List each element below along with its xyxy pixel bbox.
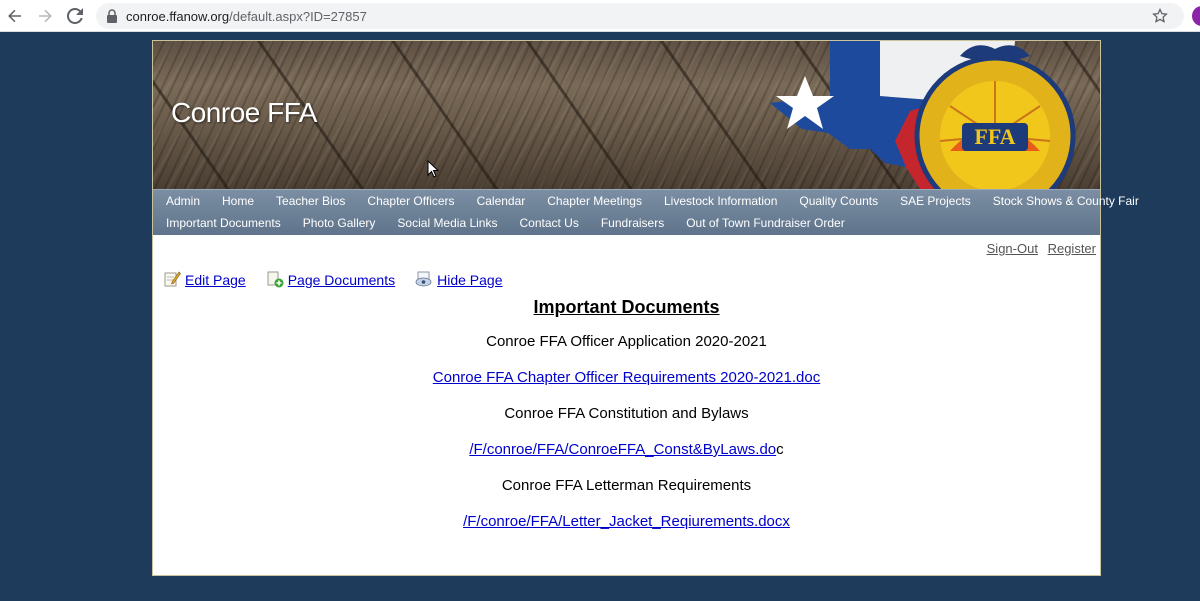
browser-toolbar: conroe.ffanow.org/default.aspx?ID=27857 (0, 0, 1200, 32)
nav-admin[interactable]: Admin (155, 194, 211, 208)
edit-page-link[interactable]: Edit Page (185, 272, 246, 288)
officer-requirements-row: Conroe FFA Chapter Officer Requirements … (153, 369, 1100, 391)
nav-row-2: Important Documents Photo Gallery Social… (153, 212, 1100, 234)
nav-out-of-town-fundraiser-order[interactable]: Out of Town Fundraiser Order (675, 216, 856, 230)
texas-ffa-emblem-image: FFA (770, 41, 1076, 189)
constitution-link-tail: c (776, 441, 784, 458)
hide-page-tool: Hide Page (415, 270, 503, 288)
register-link[interactable]: Register (1048, 241, 1096, 256)
nav-photo-gallery[interactable]: Photo Gallery (292, 216, 387, 230)
url-text: conroe.ffanow.org/default.aspx?ID=27857 (126, 8, 367, 24)
officer-application-text: Conroe FFA Officer Application 2020-2021 (486, 333, 767, 350)
reload-icon[interactable] (60, 0, 90, 32)
ffa-logo-lettering: FFA (974, 124, 1015, 149)
officer-requirements-link[interactable]: Conroe FFA Chapter Officer Requirements … (433, 369, 820, 386)
edit-page-icon (164, 271, 181, 287)
main-navigation: Admin Home Teacher Bios Chapter Officers… (153, 189, 1139, 235)
nav-contact-us[interactable]: Contact Us (508, 216, 589, 230)
mouse-cursor-icon (427, 160, 439, 178)
site-title: Conroe FFA (171, 97, 317, 128)
nav-sae-projects[interactable]: SAE Projects (889, 194, 982, 208)
page-content: Important Documents Conroe FFA Officer A… (153, 297, 1100, 535)
constitution-link[interactable]: /F/conroe/FFA/ConroeFFA_Const&ByLaws.do (469, 441, 776, 458)
nav-home[interactable]: Home (211, 194, 265, 208)
nav-teacher-bios[interactable]: Teacher Bios (265, 194, 356, 208)
page-documents-tool: Page Documents (266, 270, 395, 288)
back-icon[interactable] (0, 0, 30, 32)
constitution-row: /F/conroe/FFA/ConroeFFA_Const&ByLaws.doc (153, 441, 1100, 463)
profile-avatar[interactable] (1192, 6, 1200, 26)
account-links: Sign-Out Register (981, 241, 1096, 256)
hide-page-link[interactable]: Hide Page (437, 272, 502, 288)
nav-quality-counts[interactable]: Quality Counts (788, 194, 889, 208)
lock-icon (107, 9, 117, 23)
address-bar[interactable]: conroe.ffanow.org/default.aspx?ID=27857 (96, 3, 1184, 29)
letterman-row: /F/conroe/FFA/Letter_Jacket_Reqiurements… (153, 513, 1100, 535)
bookmark-star-icon[interactable] (1152, 8, 1168, 24)
sign-out-link[interactable]: Sign-Out (987, 241, 1038, 256)
page-documents-link[interactable]: Page Documents (288, 272, 395, 288)
nav-stock-shows[interactable]: Stock Shows & County Fair (982, 194, 1150, 208)
nav-chapter-officers[interactable]: Chapter Officers (356, 194, 465, 208)
letterman-text: Conroe FFA Letterman Requirements (501, 477, 752, 494)
site-banner: Conroe FFA FFA (153, 41, 1100, 189)
nav-fundraisers[interactable]: Fundraisers (590, 216, 675, 230)
add-document-icon (267, 271, 284, 288)
constitution-text: Conroe FFA Constitution and Bylaws (504, 405, 749, 422)
nav-chapter-meetings[interactable]: Chapter Meetings (536, 194, 653, 208)
nav-important-documents[interactable]: Important Documents (155, 216, 292, 230)
edit-page-tool: Edit Page (163, 270, 246, 288)
page-container: Conroe FFA FFA Admin Home Teacher Bios C… (152, 40, 1139, 576)
forward-icon[interactable] (30, 0, 60, 32)
letter-jacket-link[interactable]: /F/conroe/FFA/Letter_Jacket_Reqiurements… (463, 513, 790, 530)
page-admin-tools: Edit Page Page Documents Hide Page (163, 270, 523, 288)
nav-row-1: Admin Home Teacher Bios Chapter Officers… (153, 190, 1139, 212)
page-heading: Important Documents (533, 297, 720, 317)
nav-social-media-links[interactable]: Social Media Links (386, 216, 508, 230)
nav-livestock-information[interactable]: Livestock Information (653, 194, 788, 208)
nav-calendar[interactable]: Calendar (466, 194, 537, 208)
hide-page-icon (415, 271, 432, 287)
